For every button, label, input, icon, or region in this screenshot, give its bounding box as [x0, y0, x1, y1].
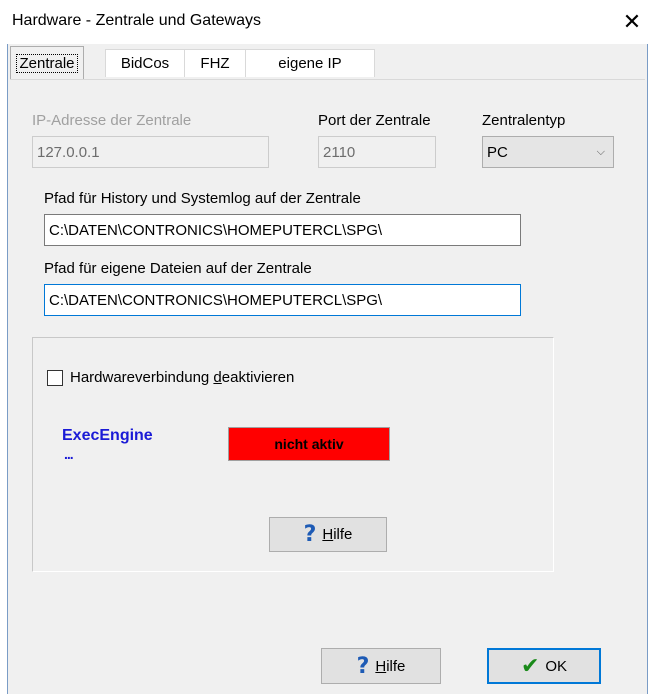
hardware-deactivate-label[interactable]: Hardwareverbindung deaktivieren [70, 369, 294, 386]
ok-label: OK [545, 657, 568, 675]
help-label-rest: ilfe [386, 657, 406, 675]
checkmark-icon: ✔ [520, 653, 540, 679]
tab-eigene-ip[interactable]: eigene IP [245, 49, 375, 77]
window-title: Hardware - Zentrale und Gateways [12, 12, 261, 29]
exec-engine-dots[interactable]: ... [64, 446, 74, 462]
tab-divider [10, 79, 645, 80]
port-label: Port der Zentrale [318, 112, 431, 129]
history-path-value: C:\DATEN\CONTRONICS\HOMEPUTERCL\SPG\ [49, 221, 383, 239]
zentralentyp-value: PC [487, 143, 508, 161]
group-help-label-rest: ilfe [333, 526, 353, 543]
port-value: 2110 [323, 143, 356, 161]
ok-button[interactable]: ✔ OK [487, 648, 601, 684]
group-help-hotkey: H [322, 526, 334, 543]
hardware-deactivate-label-post: eaktivieren [221, 369, 295, 386]
exec-engine-status-text: nicht aktiv [274, 436, 344, 452]
files-path-field[interactable]: C:\DATEN\CONTRONICS\HOMEPUTERCL\SPG\ [44, 284, 521, 316]
group-help-button[interactable]: ? Hilfe [269, 517, 387, 552]
window-border-left [0, 44, 8, 694]
chevron-down-icon: ⌵ [596, 145, 605, 158]
help-icon: ? [356, 653, 370, 679]
history-path-label: Pfad für History und Systemlog auf der Z… [44, 190, 361, 207]
help-hotkey: H [375, 657, 387, 675]
zentralentyp-select[interactable]: PC ⌵ [482, 136, 614, 168]
tab-zentrale-label: Zentrale [16, 53, 78, 73]
ip-address-value: 127.0.0.1 [37, 143, 100, 161]
ip-address-field[interactable]: 127.0.0.1 [32, 136, 269, 168]
hardware-deactivate-checkbox[interactable] [47, 370, 63, 386]
tab-bidcos[interactable]: BidCos [105, 49, 185, 77]
port-field[interactable]: 2110 [318, 136, 436, 168]
tab-eigene-ip-label: eigene IP [278, 55, 342, 72]
dialog-window: Hardware - Zentrale und Gateways ✕ Zentr… [0, 0, 655, 694]
hardware-deactivate-hotkey: d [213, 369, 222, 386]
help-icon: ? [303, 522, 317, 547]
hardware-deactivate-label-pre: Hardwareverbindung [70, 369, 214, 386]
files-path-value: C:\DATEN\CONTRONICS\HOMEPUTERCL\SPG\ [49, 291, 383, 309]
close-button[interactable]: ✕ [609, 0, 655, 44]
tab-zentrale[interactable]: Zentrale [10, 46, 84, 79]
exec-engine-label: ExecEngine [62, 427, 153, 444]
close-icon: ✕ [622, 9, 642, 34]
ip-address-label: IP-Adresse der Zentrale [32, 112, 192, 129]
tab-bidcos-label: BidCos [120, 55, 170, 72]
help-button[interactable]: ? Hilfe [321, 648, 441, 684]
tab-fhz[interactable]: FHZ [184, 49, 246, 77]
window-border-right [647, 44, 655, 694]
exec-engine-status-badge: nicht aktiv [228, 427, 390, 461]
zentralentyp-label: Zentralentyp [482, 112, 566, 129]
help-label: Hilfe [375, 658, 405, 675]
files-path-label: Pfad für eigene Dateien auf der Zentrale [44, 260, 312, 277]
history-path-field[interactable]: C:\DATEN\CONTRONICS\HOMEPUTERCL\SPG\ [44, 214, 521, 246]
group-help-label: Hilfe [322, 526, 352, 543]
tab-fhz-label: FHZ [200, 55, 230, 72]
title-bar: Hardware - Zentrale und Gateways ✕ [0, 0, 655, 44]
